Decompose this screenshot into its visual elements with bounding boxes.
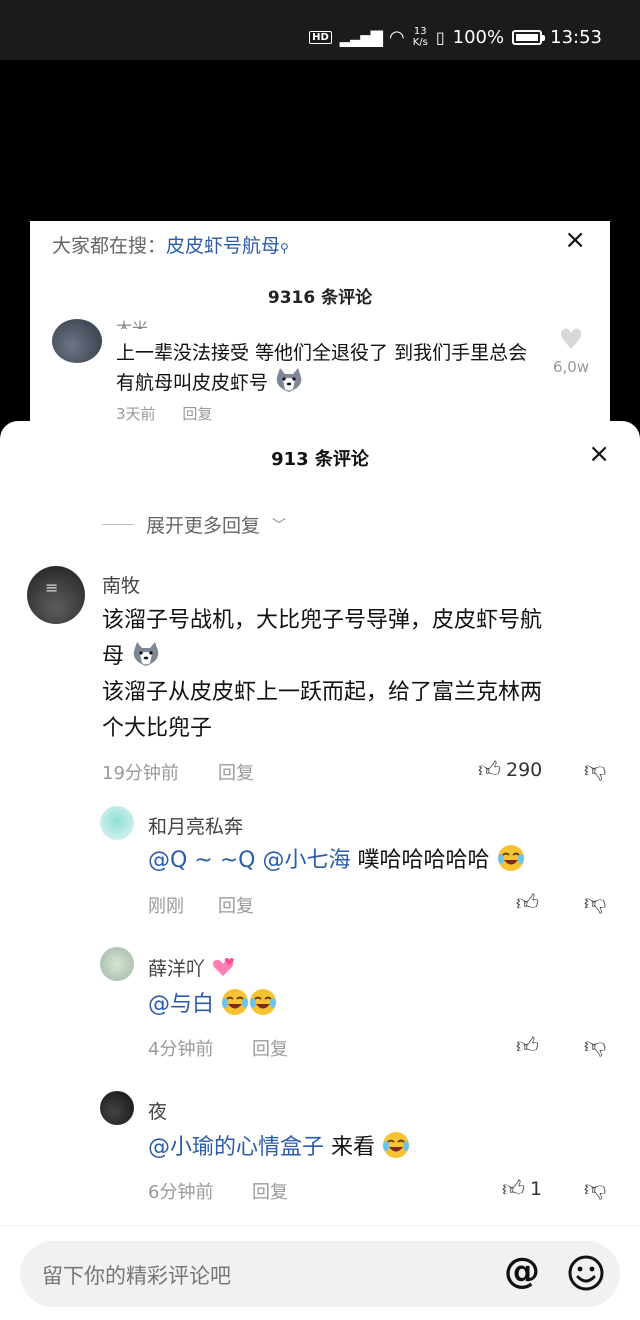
comment-text: @小瑜的心情盒子 来看: [148, 1130, 410, 1166]
comment-time: 6分钟前: [148, 1182, 214, 1203]
battery-icon: [512, 29, 546, 45]
vibrate-icon: ▯: [435, 27, 445, 47]
thumbs-up-icon[interactable]: 👍︎: [516, 889, 539, 916]
comment-time: 4分钟前: [148, 1039, 214, 1060]
mention-link[interactable]: @小瑜的心情盒子: [148, 1135, 324, 1160]
commenter-name[interactable]: 薛洋吖: [148, 954, 235, 981]
thumbs-down-icon[interactable]: 👎︎: [584, 889, 606, 916]
like-button[interactable]: ♥ 6,0w: [546, 323, 596, 376]
laugh-cry-emoji-icon: [383, 1132, 410, 1158]
laugh-cry-emoji-icon: [497, 845, 524, 871]
avatar[interactable]: [52, 319, 102, 363]
emoji-icon[interactable]: [566, 1253, 606, 1293]
divider-line: [102, 524, 134, 525]
like-count: 6,0w: [552, 358, 590, 376]
search-keyword[interactable]: 皮皮虾号航母: [166, 235, 280, 257]
laugh-cry-emoji-icon: [222, 989, 249, 1015]
divider: [0, 1225, 640, 1226]
mention-at-icon[interactable]: @: [504, 1251, 540, 1292]
thumbs-up-icon[interactable]: 👍︎: [502, 1175, 525, 1202]
thumbs-down-icon[interactable]: 👎︎: [584, 1032, 606, 1059]
search-icon: ⚲: [280, 241, 289, 255]
wifi-icon: ◠: [388, 26, 405, 48]
comment-text: @与白: [148, 987, 277, 1023]
chevron-down-icon: ﹀: [272, 517, 287, 534]
husky-emoji-icon: [276, 368, 302, 392]
comment-time: 刚刚: [148, 896, 184, 917]
reply-button[interactable]: 回复: [252, 1035, 288, 1061]
thumbs-up-icon[interactable]: 👍︎: [478, 756, 501, 783]
status-bar: HD ▂▃▅▇ ◠ 13 K/s ▯ 100% 13:53: [0, 0, 640, 60]
clock: 13:53: [550, 26, 602, 48]
reply-button[interactable]: 回复: [218, 892, 254, 918]
like-count: 1: [530, 1178, 543, 1200]
thumbs-up-icon[interactable]: 👍︎: [516, 1032, 539, 1059]
comment-text: 上一辈没法接受 等他们全退役了 到我们手里总会有航母叫皮皮虾号: [116, 342, 528, 394]
commenter-name[interactable]: 南牧: [102, 571, 140, 598]
avatar[interactable]: [100, 1091, 134, 1125]
avatar[interactable]: [27, 566, 85, 624]
commenter-name[interactable]: 夜: [148, 1097, 167, 1124]
thumbs-down-icon[interactable]: 👎︎: [584, 756, 606, 783]
background-comment-panel: 大家都在搜：皮皮虾号航母⚲ × 9316 条评论 木米 上一辈没法接受 等他们全…: [30, 221, 610, 441]
mention-link[interactable]: @小七海: [263, 848, 351, 873]
thumbs-down-icon[interactable]: 👎︎: [584, 1175, 606, 1202]
mention-link[interactable]: @Q ~ ~Q: [148, 848, 256, 873]
expand-more-replies[interactable]: 展开更多回复 ﹀: [102, 511, 286, 538]
comment-text: @Q ~ ~Q @小七海 噗哈哈哈哈哈: [148, 843, 525, 879]
avatar[interactable]: [100, 947, 134, 981]
avatar[interactable]: [100, 806, 134, 840]
status-icons: HD ▂▃▅▇ ◠ 13 K/s ▯ 100% 13:53: [309, 22, 602, 52]
comment-sheet: 913 条评论 × 展开更多回复 ﹀ 南牧 该溜子号战机，大比兜子号导弹，皮皮虾…: [0, 421, 640, 1320]
like-count: 290: [506, 759, 543, 781]
close-icon[interactable]: ×: [564, 225, 586, 255]
battery-percent: 100%: [452, 26, 505, 48]
laugh-cry-emoji-icon: [250, 989, 277, 1015]
hearts-emoji-icon: [212, 958, 234, 976]
signal-icon: ▂▃▅▇: [339, 27, 383, 47]
comment-count: 9316 条评论: [267, 288, 373, 308]
trending-search[interactable]: 大家都在搜：皮皮虾号航母⚲: [52, 231, 289, 258]
mention-link[interactable]: @与白: [148, 992, 214, 1017]
hd-icon: HD: [309, 30, 332, 44]
comment-placeholder: 留下你的精彩评论吧: [42, 1264, 231, 1288]
close-icon[interactable]: ×: [588, 439, 610, 469]
comment-text: 该溜子号战机，大比兜子号导弹，皮皮虾号航 母 该溜子从皮皮虾上一跃而起，给了富兰…: [102, 608, 543, 741]
commenter-name[interactable]: 和月亮私奔: [148, 812, 243, 839]
reply-button[interactable]: 回复: [218, 759, 254, 785]
heart-icon: ♥: [558, 323, 584, 356]
comment-input[interactable]: 留下你的精彩评论吧 @: [20, 1241, 620, 1307]
husky-emoji-icon: [133, 642, 159, 666]
comment-time: 19分钟前: [102, 763, 179, 784]
reply-button[interactable]: 回复: [252, 1178, 288, 1204]
sheet-title: 913 条评论: [271, 449, 369, 470]
network-speed: 13 K/s: [412, 26, 428, 48]
commenter-name[interactable]: 木米: [116, 315, 148, 329]
